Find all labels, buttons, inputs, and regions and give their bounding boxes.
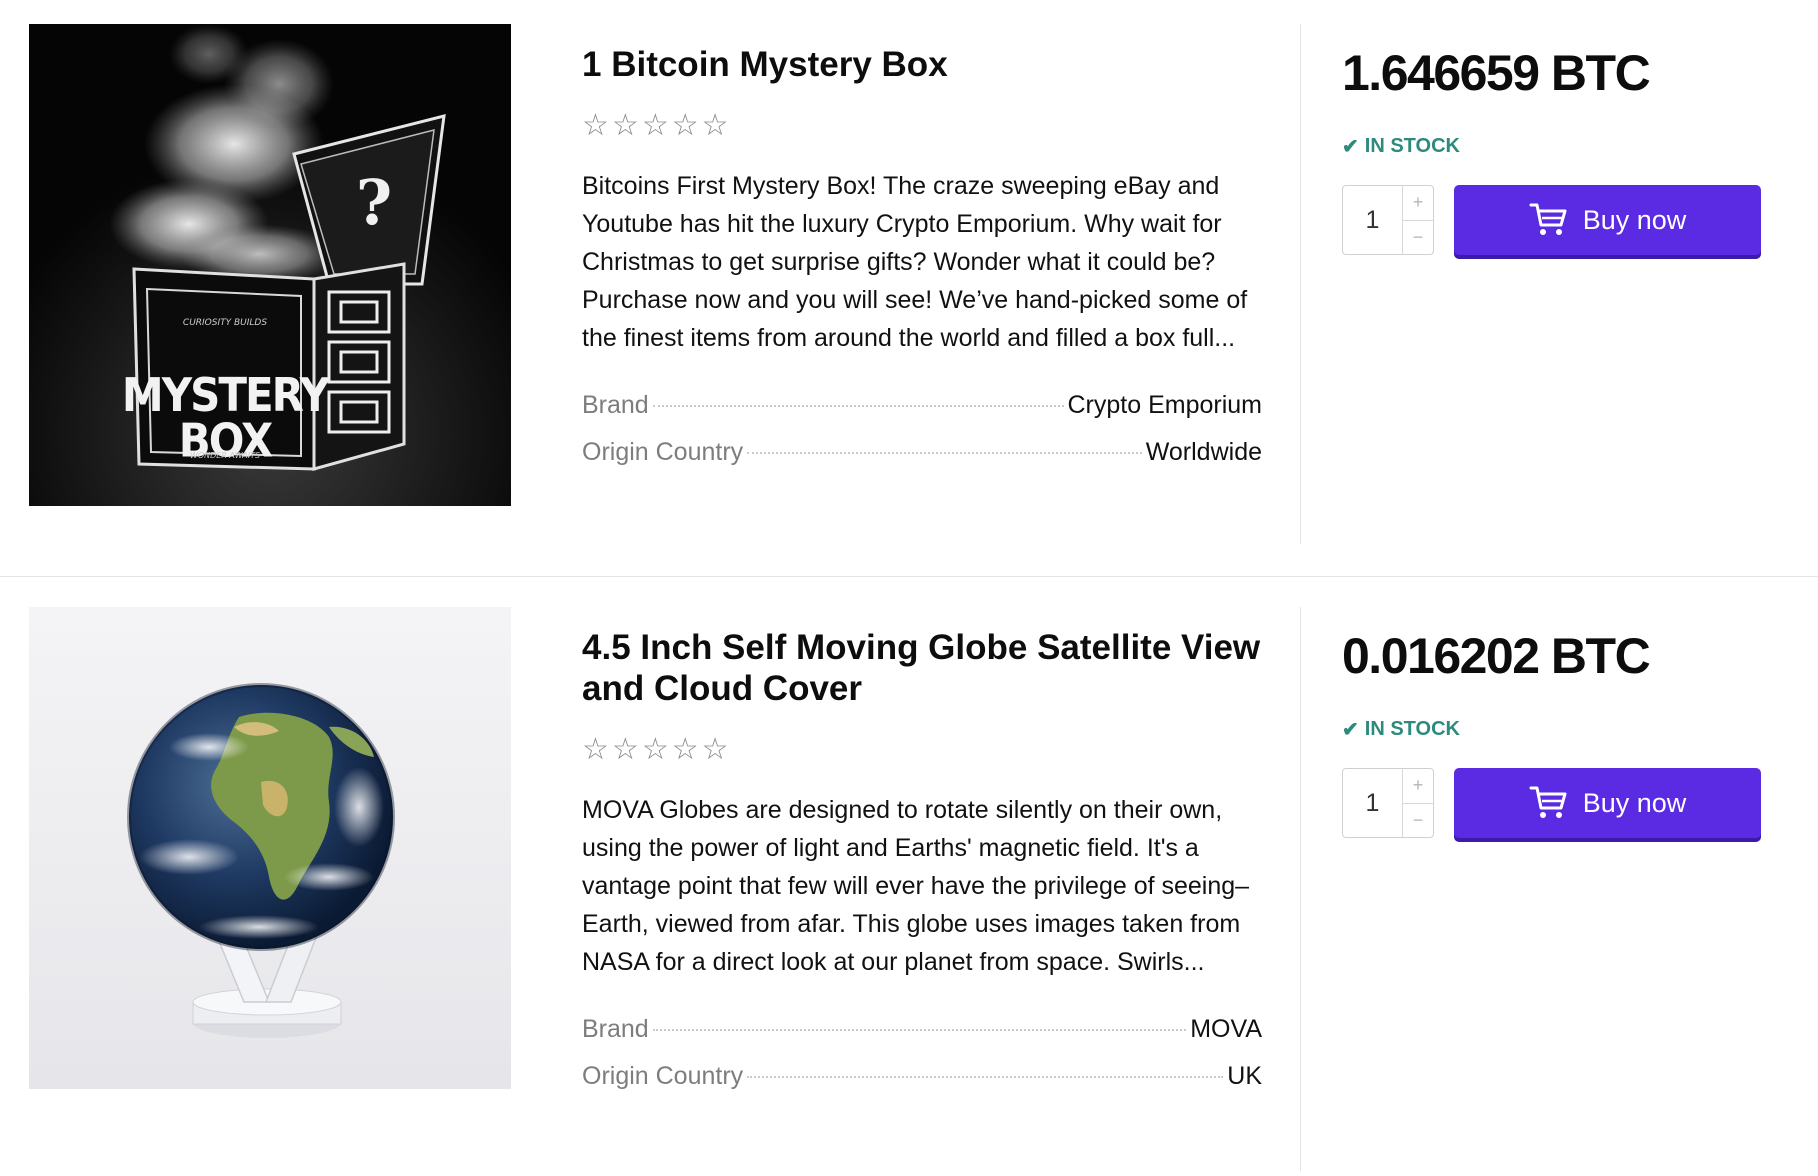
box-top-text: CURIOSITY BUILDS	[183, 318, 267, 328]
buy-row: 1 + − Buy now	[1342, 768, 1782, 838]
product-info: 4.5 Inch Self Moving Globe Satellite Vie…	[582, 627, 1262, 1092]
buy-row: 1 + − Buy now	[1342, 185, 1782, 255]
star-icon: ☆	[582, 733, 609, 766]
spec-label: Brand	[582, 1015, 649, 1043]
dotted-leader	[652, 1028, 1187, 1031]
check-icon: ✔	[1342, 136, 1359, 158]
rating-stars: ☆ ☆ ☆ ☆ ☆	[582, 733, 1262, 767]
stock-label: IN STOCK	[1364, 135, 1460, 157]
product-specs: Brand MOVA Origin Country UK	[582, 1013, 1262, 1092]
buy-now-label: Buy now	[1582, 787, 1687, 818]
quantity-increase-button[interactable]: +	[1403, 769, 1433, 803]
quantity-buttons: + −	[1402, 186, 1433, 254]
dotted-leader	[747, 451, 1142, 454]
dotted-leader	[747, 1075, 1224, 1078]
spec-label: Origin Country	[582, 438, 744, 466]
quantity-stepper[interactable]: 1 + −	[1342, 768, 1434, 838]
product-card: 4.5 Inch Self Moving Globe Satellite Vie…	[0, 577, 1818, 1176]
star-icon: ☆	[671, 109, 699, 142]
quantity-increase-button[interactable]: +	[1403, 186, 1433, 220]
star-icon: ☆	[671, 733, 699, 766]
buy-now-button[interactable]: Buy now	[1454, 768, 1761, 838]
quantity-decrease-button[interactable]: −	[1403, 219, 1433, 255]
buy-now-button[interactable]: Buy now	[1454, 185, 1761, 255]
quantity-stepper[interactable]: 1 + −	[1342, 185, 1434, 255]
column-divider	[1300, 24, 1301, 544]
buy-now-label: Buy now	[1582, 204, 1687, 235]
column-divider	[1300, 607, 1301, 1171]
product-info: 1 Bitcoin Mystery Box ☆ ☆ ☆ ☆ ☆ Bitcoins…	[582, 44, 1262, 468]
product-title[interactable]: 4.5 Inch Self Moving Globe Satellite Vie…	[582, 627, 1262, 709]
stock-label: IN STOCK	[1364, 718, 1460, 740]
rating-stars: ☆ ☆ ☆ ☆ ☆	[582, 109, 1262, 143]
star-icon: ☆	[611, 733, 639, 766]
spec-origin: Origin Country Worldwide	[582, 436, 1262, 468]
product-description: Bitcoins First Mystery Box! The craze sw…	[582, 172, 1248, 352]
quantity-input[interactable]: 1	[1343, 769, 1402, 837]
product-card: ? CURIOSITY BUILDS MYSTERY BOX WONDER AW…	[0, 0, 1818, 577]
quantity-decrease-button[interactable]: −	[1403, 802, 1433, 838]
product-specs: Brand Crypto Emporium Origin Country Wor…	[582, 389, 1262, 468]
spec-value: MOVA	[1190, 1015, 1262, 1043]
purchase-panel: 0.016202 BTC ✔ IN STOCK 1 + − Buy now	[1342, 627, 1782, 838]
spec-origin: Origin Country UK	[582, 1060, 1262, 1092]
star-icon: ☆	[641, 109, 669, 142]
box-bottom-text: WONDER AWAITS	[190, 451, 260, 460]
star-icon: ☆	[582, 109, 609, 142]
mystery-box-illustration: ? CURIOSITY BUILDS MYSTERY BOX WONDER AW…	[29, 24, 511, 506]
star-icon: ☆	[701, 733, 729, 766]
star-icon: ☆	[701, 109, 729, 142]
quantity-input[interactable]: 1	[1343, 186, 1402, 254]
stock-status: ✔ IN STOCK	[1342, 717, 1782, 742]
star-icon: ☆	[611, 109, 639, 142]
spec-label: Origin Country	[582, 1062, 744, 1090]
product-image-mystery-box[interactable]: ? CURIOSITY BUILDS MYSTERY BOX WONDER AW…	[29, 24, 511, 506]
quantity-buttons: + −	[1402, 769, 1433, 837]
lid-question-mark: ?	[356, 166, 392, 239]
purchase-panel: 1.646659 BTC ✔ IN STOCK 1 + − Buy now	[1342, 44, 1782, 255]
stock-status: ✔ IN STOCK	[1342, 134, 1782, 159]
spec-value: UK	[1227, 1062, 1262, 1090]
cart-icon	[1529, 203, 1567, 235]
spec-brand: Brand MOVA	[582, 1013, 1262, 1045]
dotted-leader	[652, 404, 1064, 407]
product-price: 0.016202 BTC	[1342, 628, 1651, 684]
spec-value: Worldwide	[1145, 438, 1262, 466]
product-description: MOVA Globes are designed to rotate silen…	[582, 796, 1250, 976]
check-icon: ✔	[1342, 719, 1359, 741]
product-title[interactable]: 1 Bitcoin Mystery Box	[582, 44, 1262, 85]
spec-brand: Brand Crypto Emporium	[582, 389, 1262, 421]
spec-label: Brand	[582, 391, 649, 419]
spec-value: Crypto Emporium	[1067, 391, 1263, 419]
star-icon: ☆	[641, 733, 669, 766]
globe-illustration	[29, 607, 511, 1089]
product-image-globe[interactable]	[29, 607, 511, 1089]
cart-icon	[1529, 786, 1567, 818]
product-price: 1.646659 BTC	[1342, 45, 1651, 101]
